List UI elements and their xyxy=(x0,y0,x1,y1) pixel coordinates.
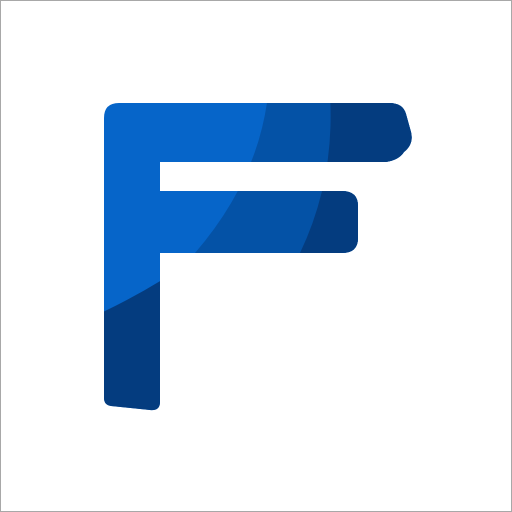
f-logo-icon xyxy=(104,103,412,411)
f-band-dark-stem xyxy=(104,278,165,411)
